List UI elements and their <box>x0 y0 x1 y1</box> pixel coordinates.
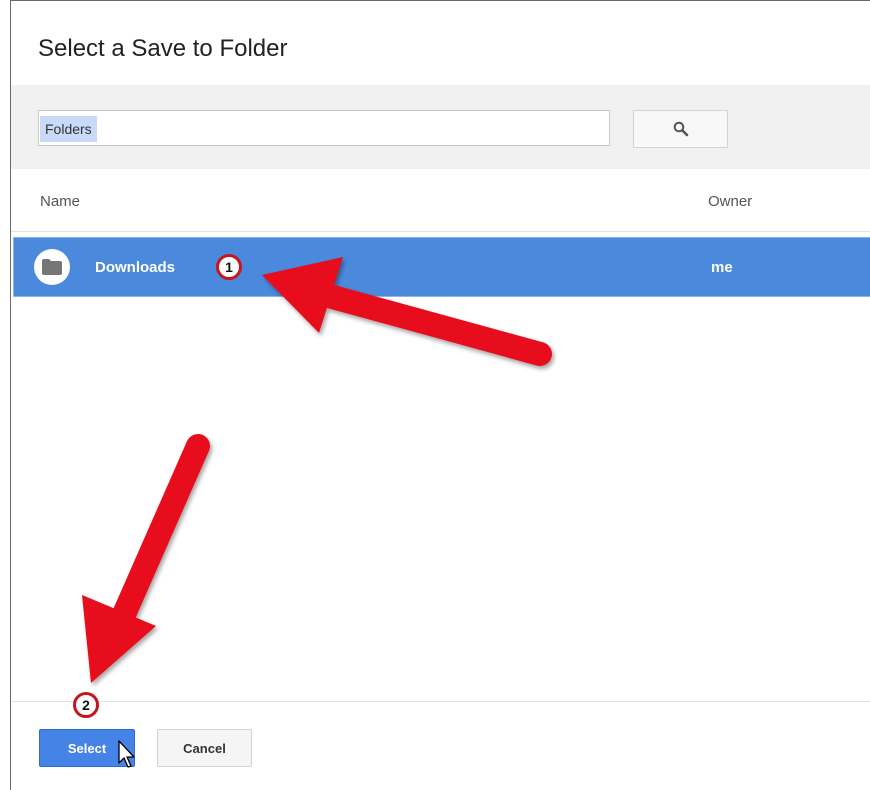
search-filter-chip[interactable]: Folders <box>40 116 97 142</box>
header-divider <box>11 231 870 232</box>
row-folder-name: Downloads <box>95 259 176 276</box>
footer-divider <box>11 701 870 702</box>
column-header-name[interactable]: Name <box>40 193 80 210</box>
search-icon <box>673 121 688 137</box>
folder-icon <box>34 249 70 285</box>
table-row[interactable]: Downloads me <box>13 237 870 297</box>
column-header-owner[interactable]: Owner <box>708 193 752 210</box>
search-input[interactable]: Folders <box>38 110 610 146</box>
row-owner: me <box>711 259 733 276</box>
search-button[interactable] <box>633 110 728 148</box>
search-bar: Folders <box>11 85 870 169</box>
annotation-badge-2: 2 <box>73 692 99 718</box>
annotation-badge-1: 1 <box>216 254 242 280</box>
mouse-cursor-icon <box>118 740 135 768</box>
cancel-button[interactable]: Cancel <box>157 729 252 767</box>
save-folder-dialog: Select a Save to Folder Folders Name Own… <box>10 0 870 790</box>
dialog-title: Select a Save to Folder <box>38 35 288 62</box>
